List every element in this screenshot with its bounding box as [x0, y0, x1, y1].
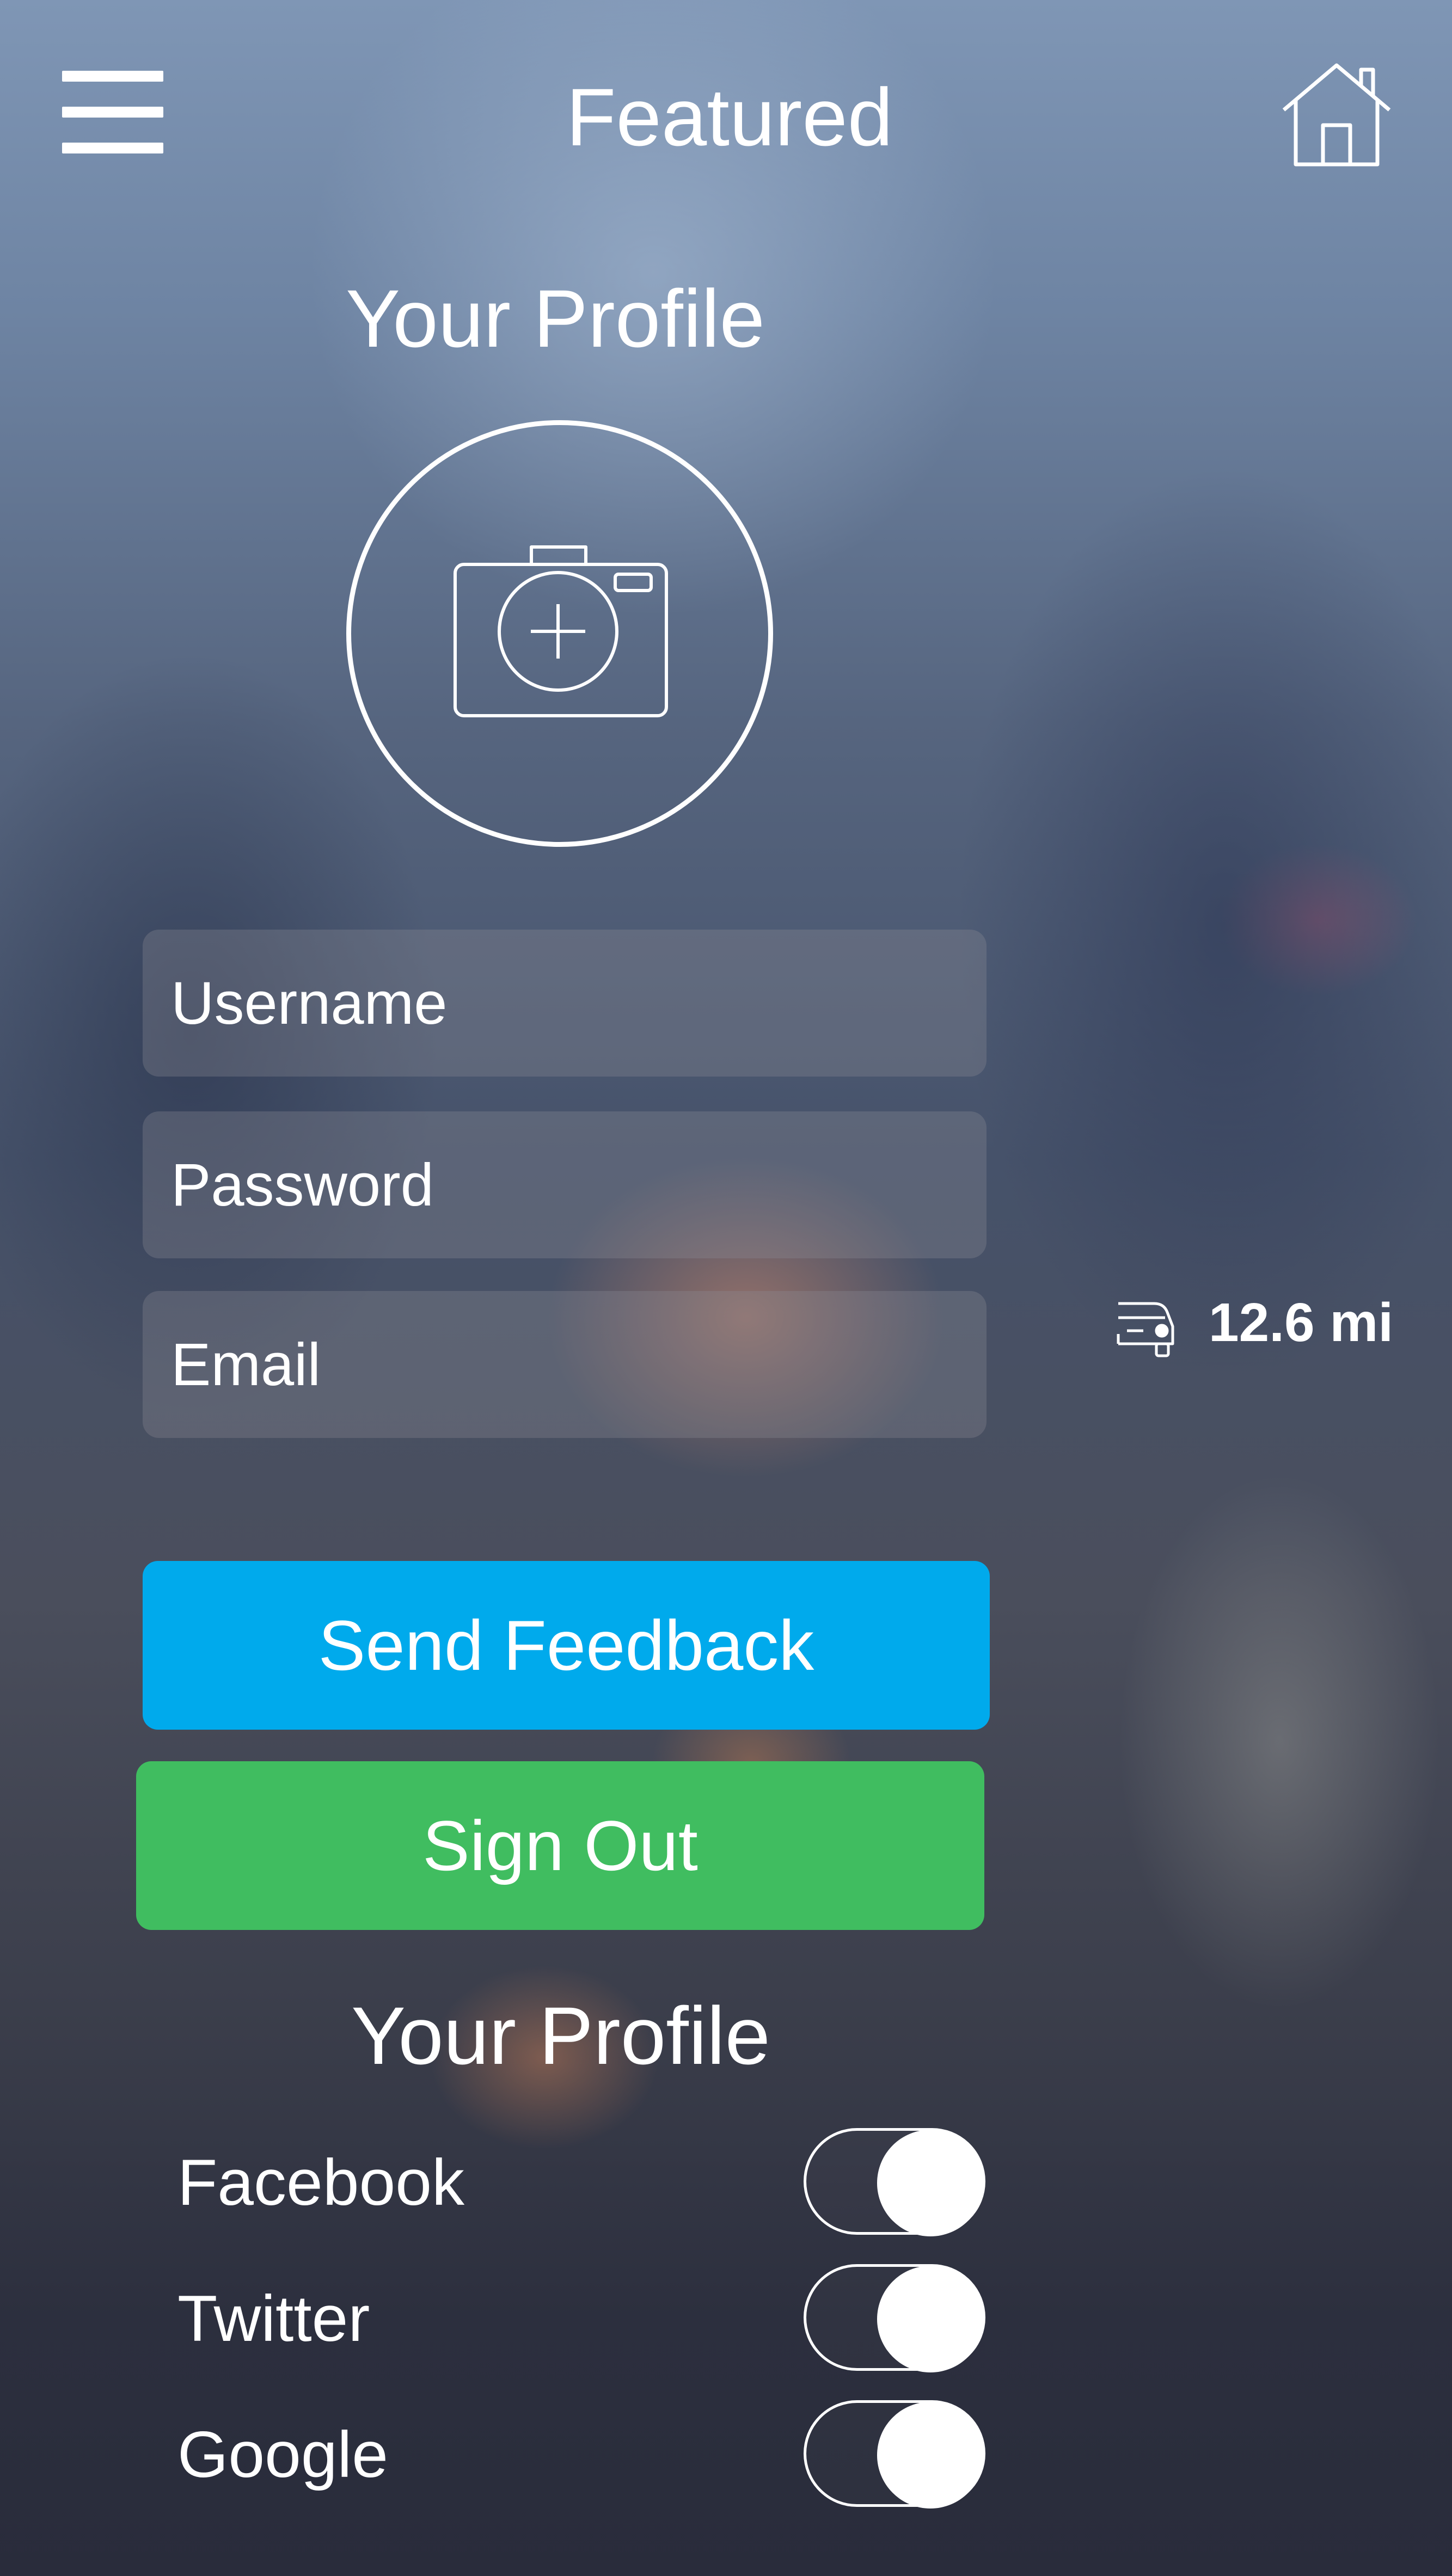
toggle-knob [877, 2130, 984, 2236]
car-icon [1117, 1302, 1174, 1357]
social-section-title: Your Profile [351, 1990, 770, 2081]
send-feedback-button[interactable]: Send Feedback [143, 1561, 990, 1730]
username-input[interactable] [143, 930, 987, 1077]
twitter-label: Twitter [177, 2282, 370, 2355]
camera-add-icon[interactable] [452, 542, 670, 721]
facebook-label: Facebook [177, 2146, 464, 2219]
google-toggle[interactable] [804, 2400, 985, 2509]
profile-title: Your Profile [346, 273, 765, 364]
google-label: Google [177, 2418, 388, 2491]
distance-value: 12.6 mi [1209, 1292, 1394, 1353]
social-row-google: Google [177, 2400, 991, 2509]
social-row-twitter: Twitter [177, 2264, 991, 2373]
facebook-toggle[interactable] [804, 2128, 985, 2236]
password-input[interactable] [143, 1111, 987, 1258]
toggle-knob [877, 2266, 984, 2372]
page-title: Featured [566, 71, 893, 163]
toggle-knob [877, 2402, 984, 2509]
sign-out-button[interactable]: Sign Out [136, 1761, 984, 1930]
password-field[interactable] [143, 1111, 987, 1258]
username-field[interactable] [143, 930, 987, 1077]
home-icon[interactable] [1279, 60, 1394, 169]
email-field[interactable] [143, 1291, 987, 1438]
email-input[interactable] [143, 1291, 987, 1438]
social-row-facebook: Facebook [177, 2128, 991, 2237]
distance-readout: 12.6 mi [1116, 1284, 1443, 1361]
hamburger-menu-icon[interactable] [62, 71, 163, 153]
twitter-toggle[interactable] [804, 2264, 985, 2372]
